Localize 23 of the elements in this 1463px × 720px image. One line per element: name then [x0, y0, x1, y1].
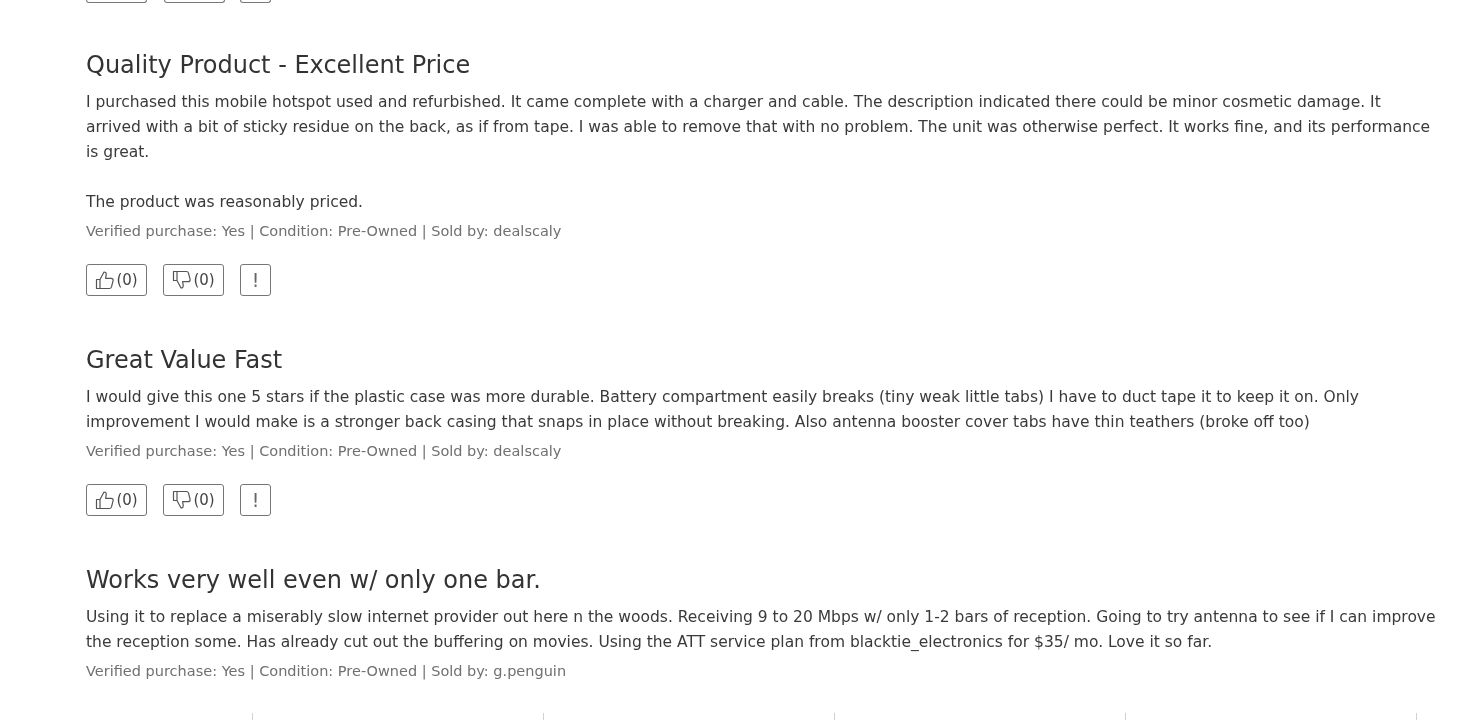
thumbs-up-icon: [95, 270, 116, 290]
report-button[interactable]: !: [240, 264, 271, 296]
review-text: I would give this one 5 stars if the plastic case was more durable. Battery compartment easily breaks (tiny weak little tabs) I have to duct tape it to keep it on. Only improvement I would make is a stronger back casing that snaps in place without breaking. Also antenna booster cover tabs have thin teathers (broke off too): [86, 387, 1360, 433]
button-edge[interactable]: [86, 0, 147, 3]
review-title: Quality Product - Excellent Price: [86, 50, 472, 80]
helpful-button[interactable]: (0): [86, 264, 147, 296]
review-title: Works very well even w/ only one bar.: [86, 565, 542, 595]
button-edge[interactable]: [164, 0, 225, 3]
review-title: Great Value Fast: [86, 345, 284, 375]
review-text: I purchased this mobile hotspot used and refurbished. It came complete with a charger and cable. The description indicated there could be minor cosmetic damage. It arrived with a bit of sticky residue on the back, as if from tape. I was able to remove that with no problem. The unit was otherwise perfect. It works fine, and its performance is great.: [86, 92, 1432, 163]
helpful-button[interactable]: (0): [86, 484, 147, 516]
review-meta: Verified purchase: Yes | Condition: Pre-Owned | Sold by: g.penguin: [86, 662, 568, 681]
report-button[interactable]: !: [240, 484, 271, 516]
thumbs-up-icon: [95, 490, 116, 510]
thumbs-down-icon: [172, 270, 193, 290]
unhelpful-button[interactable]: (0): [163, 264, 224, 296]
unhelpful-button[interactable]: (0): [163, 484, 224, 516]
button-edge[interactable]: [240, 0, 271, 3]
review-meta: Verified purchase: Yes | Condition: Pre-Owned | Sold by: dealscaly: [86, 442, 563, 461]
review-meta: Verified purchase: Yes | Condition: Pre-Owned | Sold by: dealscaly: [86, 222, 563, 241]
review-text: Using it to replace a miserably slow internet provider out here n the woods. Receiving 9 to 20 Mbps w/ only 1-2 bars of reception. Going to try antenna to see if I can improve the reception some. Has already cut out the buffering on movies. Using the ATT service plan from blacktie_electronics for $35/ mo. Love it so far.: [86, 607, 1437, 653]
thumbs-down-icon: [172, 490, 193, 510]
review-text: The product was reasonably priced.: [86, 192, 364, 213]
